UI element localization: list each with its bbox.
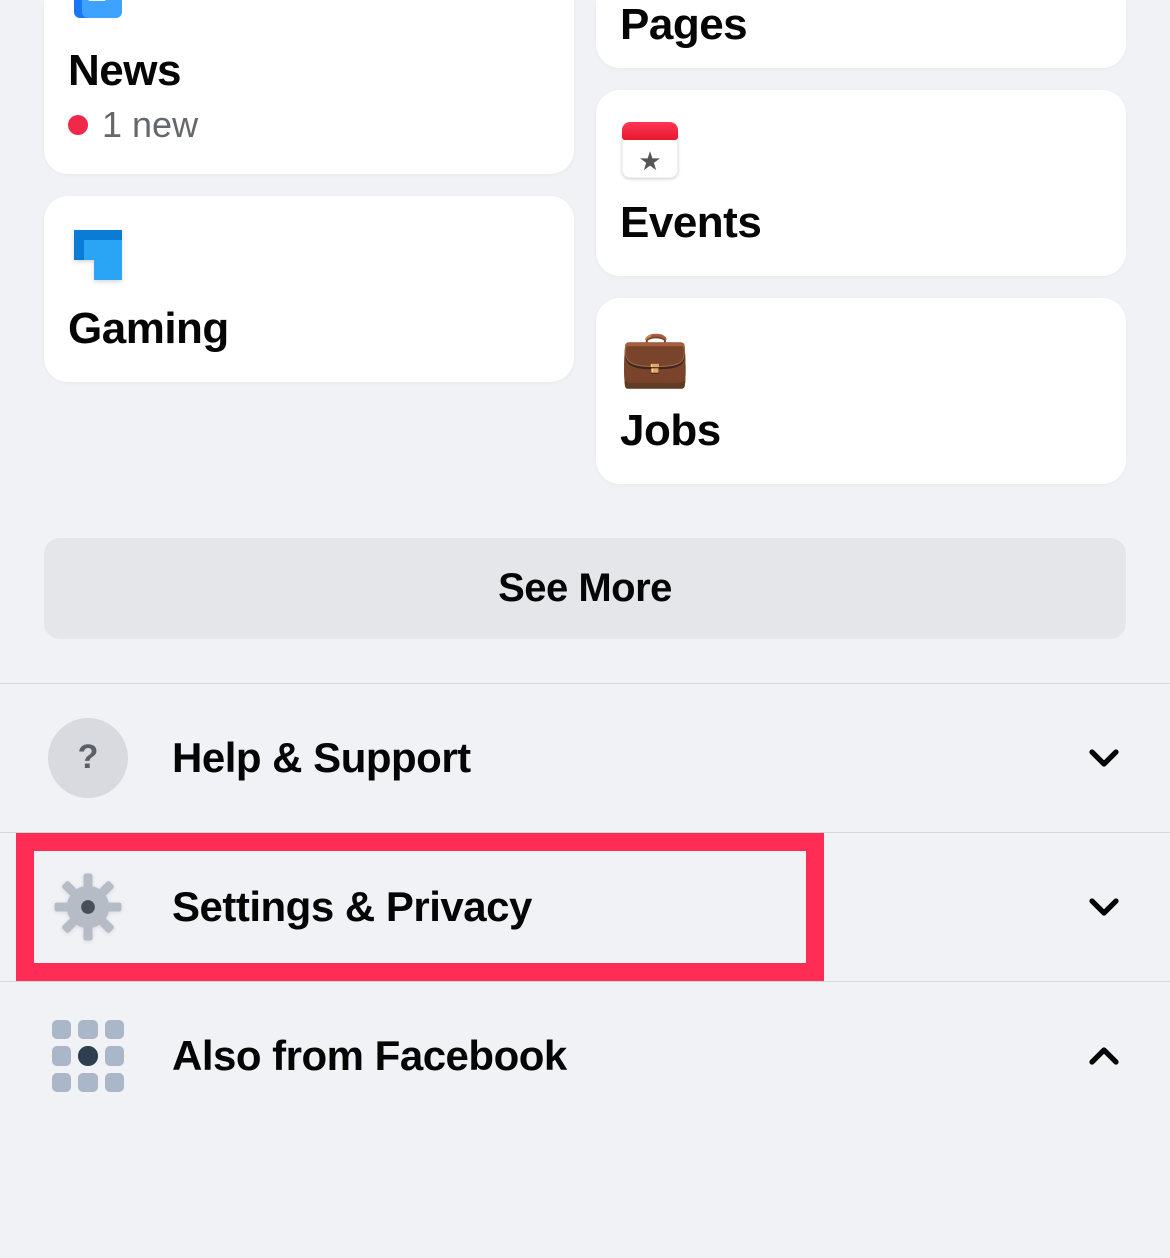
shortcut-news-badge: 1 new — [68, 104, 550, 146]
events-icon: ★ — [620, 118, 1102, 182]
menu-also-label: Also from Facebook — [172, 1032, 1082, 1080]
menu-settings-privacy[interactable]: Settings & Privacy — [0, 832, 1170, 981]
chevron-down-icon — [1082, 885, 1126, 929]
apps-grid-icon — [48, 1016, 128, 1096]
shortcut-gaming-card[interactable]: Gaming — [44, 196, 574, 382]
shortcut-news-card[interactable]: News 1 new — [44, 0, 574, 174]
svg-text:?: ? — [78, 738, 99, 776]
gear-icon — [48, 867, 128, 947]
shortcut-events-card[interactable]: ★ Events — [596, 90, 1126, 276]
menu-settings-label: Settings & Privacy — [172, 883, 1082, 931]
shortcut-jobs-card[interactable]: 💼 Jobs — [596, 298, 1126, 484]
news-icon — [68, 0, 550, 30]
badge-dot-icon — [68, 115, 88, 135]
shortcut-jobs-title: Jobs — [620, 406, 1102, 456]
shortcut-gaming-title: Gaming — [68, 304, 550, 354]
shortcut-news-badge-text: 1 new — [102, 104, 198, 146]
help-icon: ? — [48, 718, 128, 798]
menu-help-support[interactable]: ? Help & Support — [0, 683, 1170, 832]
chevron-down-icon — [1082, 736, 1126, 780]
shortcut-events-title: Events — [620, 198, 1102, 248]
see-more-button[interactable]: See More — [44, 538, 1126, 639]
shortcut-news-title: News — [68, 46, 550, 96]
menu-also-from-facebook[interactable]: Also from Facebook — [0, 981, 1170, 1130]
jobs-icon: 💼 — [620, 326, 1102, 390]
shortcut-pages-title: Pages — [620, 0, 1102, 50]
gaming-icon — [68, 224, 550, 288]
menu-help-label: Help & Support — [172, 734, 1082, 782]
chevron-up-icon — [1082, 1034, 1126, 1078]
shortcut-pages-card[interactable]: Pages — [596, 0, 1126, 68]
